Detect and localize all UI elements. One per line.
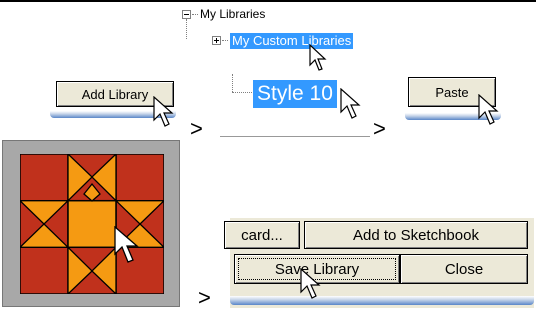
tree-node-my-libraries[interactable]: My Libraries [200, 6, 265, 22]
step-arrow: > [198, 285, 211, 310]
mouse-pointer-icon [309, 44, 327, 71]
tree-connector [222, 40, 228, 41]
tree-connector [232, 92, 252, 93]
tree-node-style-10[interactable]: Style 10 [253, 80, 337, 108]
card-button[interactable]: card... [224, 221, 300, 249]
mouse-pointer-icon [340, 88, 361, 119]
step-arrow: > [190, 116, 203, 141]
quilt-block-thumbnail[interactable] [2, 140, 180, 307]
library-tree: My Libraries My Custom Libraries [180, 6, 390, 58]
quilt-block-image [20, 154, 164, 294]
top-border [0, 0, 536, 2]
tree-connector [232, 74, 233, 92]
tree-connector [192, 14, 198, 15]
tree-node-my-custom-libraries[interactable]: My Custom Libraries [230, 33, 354, 49]
mouse-pointer-icon [300, 268, 321, 299]
mouse-pointer-icon [153, 96, 174, 127]
panel-edge [230, 296, 534, 305]
underline [220, 136, 370, 137]
mouse-pointer-icon [478, 94, 499, 125]
library-dialog-buttons: card... Add to Sketchbook Save Library C… [224, 218, 534, 308]
expand-icon[interactable] [212, 36, 221, 45]
add-to-sketchbook-button[interactable]: Add to Sketchbook [304, 221, 528, 249]
close-button[interactable]: Close [400, 254, 528, 284]
step-arrow: > [373, 116, 386, 141]
tree-connector [186, 19, 187, 39]
collapse-icon[interactable] [182, 10, 191, 19]
mouse-pointer-icon [114, 226, 139, 263]
